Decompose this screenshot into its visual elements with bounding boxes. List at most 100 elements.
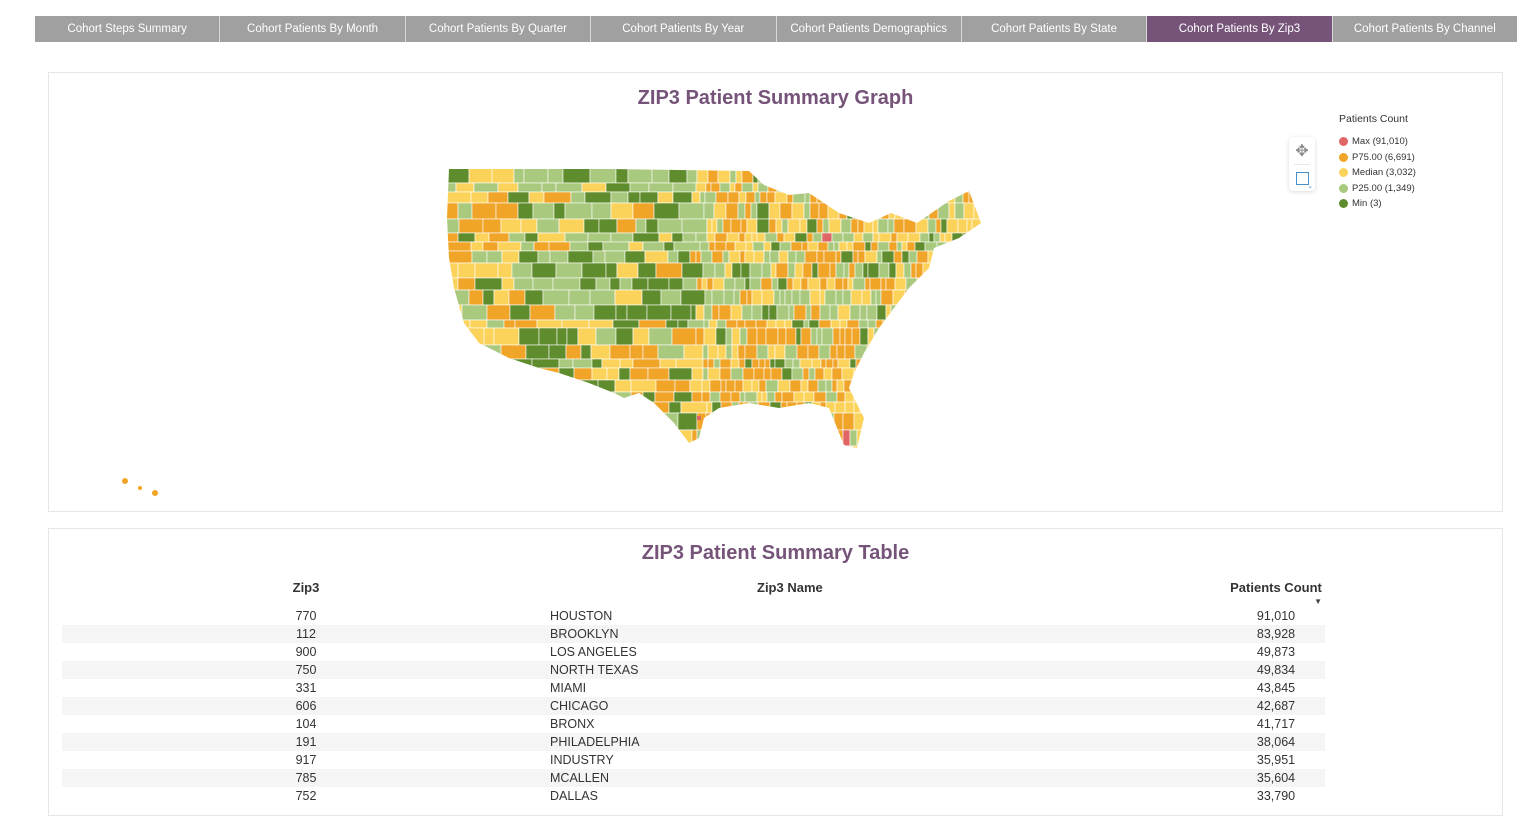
zip3-region[interactable] (657, 191, 674, 204)
zip3-region[interactable] (917, 412, 926, 431)
zip3-region[interactable] (861, 379, 874, 393)
zip3-region[interactable] (870, 289, 877, 306)
zip3-region[interactable] (829, 304, 839, 321)
zip3-region[interactable] (813, 391, 827, 403)
zip3-region[interactable] (921, 202, 930, 220)
zip3-region[interactable] (766, 191, 776, 204)
zip3-region[interactable] (919, 191, 926, 204)
zip3-region[interactable] (828, 218, 842, 234)
zip3-region[interactable] (719, 391, 732, 403)
zip3-region[interactable] (800, 327, 812, 346)
zip3-region[interactable] (708, 319, 718, 329)
zip3-region[interactable] (502, 445, 531, 461)
zip3-region[interactable] (673, 241, 701, 252)
zip3-region[interactable] (627, 167, 653, 184)
zip3-region-max[interactable] (697, 416, 701, 420)
zip3-region[interactable] (619, 277, 633, 291)
zip3-region[interactable] (606, 367, 620, 381)
zip3-region[interactable] (870, 241, 879, 252)
zip3-region[interactable] (474, 262, 499, 279)
zip3-region[interactable] (903, 218, 917, 234)
zip3-region[interactable] (979, 445, 985, 461)
move-icon[interactable]: ✥ (1289, 138, 1315, 164)
zip3-region[interactable] (833, 191, 847, 204)
zip3-region[interactable] (833, 241, 840, 252)
zip3-region[interactable] (711, 304, 720, 321)
zip3-region[interactable] (488, 232, 510, 243)
tab-cohort-patients-by-state[interactable]: Cohort Patients By State (961, 16, 1148, 42)
zip3-region[interactable] (674, 379, 691, 393)
zip3-region[interactable] (879, 445, 892, 461)
zip3-region[interactable] (469, 319, 488, 329)
zip3-region-hawaii[interactable] (122, 478, 128, 484)
zip3-region[interactable] (903, 262, 912, 279)
zip3-region[interactable] (769, 250, 780, 264)
zip3-region[interactable] (711, 429, 725, 447)
zip3-region[interactable] (690, 445, 701, 461)
zip3-region[interactable] (944, 367, 958, 381)
zip3-region[interactable] (583, 218, 600, 234)
zip3-region[interactable] (806, 182, 819, 193)
zip3-region[interactable] (928, 202, 939, 220)
zip3-region[interactable] (793, 391, 805, 403)
zip3-region[interactable] (751, 232, 758, 243)
zip3-region[interactable] (910, 191, 921, 204)
zip3-region[interactable] (796, 401, 806, 414)
zip3-region[interactable] (919, 379, 926, 393)
zip3-region[interactable] (723, 289, 735, 306)
zip3-region[interactable] (749, 277, 762, 291)
zip3-region[interactable] (756, 202, 770, 220)
zip3-region[interactable] (828, 182, 838, 193)
zip3-region[interactable] (977, 277, 984, 291)
zip3-region[interactable] (565, 344, 582, 360)
zip3-region[interactable] (556, 327, 568, 346)
zip3-region[interactable] (678, 202, 705, 220)
zip3-region[interactable] (867, 319, 877, 329)
zip3-region[interactable] (863, 367, 873, 381)
zip3-region[interactable] (873, 327, 887, 346)
zip3-region[interactable] (800, 379, 809, 393)
zip3-region[interactable] (774, 358, 786, 369)
zip3-region[interactable] (701, 379, 711, 393)
zip3-region[interactable] (811, 358, 822, 369)
zip3-region[interactable] (939, 412, 950, 431)
zip3-region[interactable] (827, 202, 840, 220)
zip3-region[interactable] (764, 232, 778, 243)
zip3-region[interactable] (844, 327, 853, 346)
zip3-region[interactable] (487, 191, 509, 204)
zip3-region[interactable] (936, 241, 947, 252)
zip3-region[interactable] (775, 262, 789, 279)
zip3-region[interactable] (775, 319, 786, 329)
zip3-region[interactable] (877, 344, 884, 360)
zip3-region[interactable] (471, 401, 491, 414)
zip3-region[interactable] (728, 250, 741, 264)
zip3-region[interactable] (668, 167, 688, 184)
zip3-region[interactable] (707, 445, 718, 461)
zip3-region[interactable] (934, 182, 943, 193)
zip3-region[interactable] (864, 241, 872, 252)
zip3-region[interactable] (730, 218, 742, 234)
zip3-region[interactable] (862, 262, 869, 279)
zip3-region[interactable] (767, 344, 776, 360)
zip3-region[interactable] (812, 232, 823, 243)
zip3-region[interactable] (573, 367, 593, 381)
zip3-region[interactable] (779, 202, 793, 220)
zip3-region[interactable] (757, 401, 771, 414)
zip3-region[interactable] (706, 218, 713, 234)
zip3-region[interactable] (857, 218, 865, 234)
zip3-region[interactable] (807, 344, 820, 360)
zip3-region[interactable] (854, 344, 868, 360)
zip3-region[interactable] (852, 277, 866, 291)
zip3-region[interactable] (585, 412, 603, 431)
zip3-region[interactable] (745, 445, 758, 461)
legend-item-min[interactable]: Min (3) (1339, 196, 1416, 212)
zip3-region[interactable] (779, 241, 792, 252)
zip3-region[interactable] (510, 367, 533, 381)
zip3-region[interactable] (908, 182, 917, 193)
zip3-region[interactable] (711, 250, 724, 264)
zip3-region[interactable] (900, 344, 914, 360)
zip3-region[interactable] (513, 277, 534, 291)
zip3-region[interactable] (760, 277, 773, 291)
zip3-region[interactable] (702, 358, 709, 369)
zip3-region[interactable] (953, 250, 962, 264)
